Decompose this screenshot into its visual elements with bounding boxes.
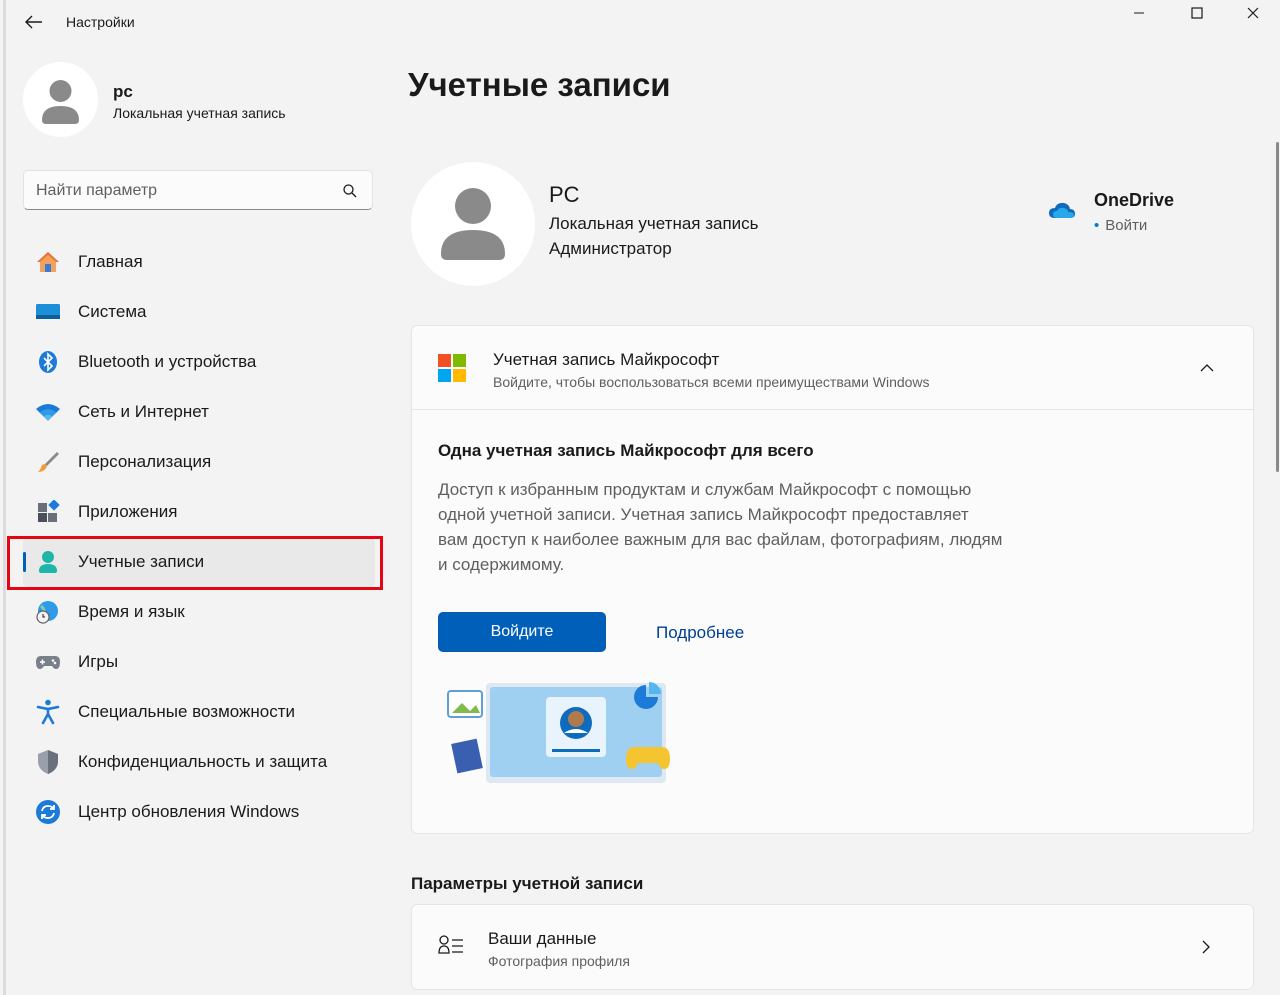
wifi-icon — [35, 400, 61, 424]
system-icon — [35, 300, 61, 324]
settings-window: Настройки pc Локальная учетная запись На… — [3, 0, 1280, 995]
page-title: Учетные записи — [408, 66, 671, 103]
sidebar-item-label: Центр обновления Windows — [78, 802, 300, 821]
sidebar-item-label: Игры — [78, 652, 119, 671]
sidebar-item-system[interactable]: Система — [23, 287, 375, 337]
user-silhouette-icon — [42, 80, 79, 124]
user-name: PC — [549, 182, 580, 207]
user-header: PC Локальная учетная запись Администрато… — [411, 160, 1256, 290]
sidebar-item-privacy[interactable]: Конфиденциальность и защита — [23, 737, 375, 787]
close-icon — [1247, 7, 1259, 19]
search-box — [23, 170, 373, 210]
sidebar-item-home[interactable]: Главная — [23, 237, 375, 287]
user-silhouette-icon — [441, 188, 505, 260]
your-info-row[interactable]: Ваши данные Фотография профиля — [411, 904, 1254, 990]
chevron-right-icon — [1202, 940, 1210, 954]
sidebar-item-apps[interactable]: Приложения — [23, 487, 375, 537]
sidebar-item-gaming[interactable]: Игры — [23, 637, 375, 687]
time-language-icon — [35, 600, 61, 624]
home-icon — [35, 250, 61, 274]
learn-more-link[interactable]: Подробнее — [656, 623, 744, 643]
microsoft-account-heading: Одна учетная запись Майкрософт для всего — [438, 441, 814, 460]
user-account-type: Локальная учетная запись — [549, 214, 759, 233]
sidebar-item-label: Система — [78, 302, 147, 321]
your-info-subtitle: Фотография профиля — [488, 953, 630, 969]
maximize-button[interactable] — [1169, 0, 1225, 26]
status-dot: • — [1094, 217, 1100, 234]
profile-account-type: Локальная учетная запись — [113, 105, 286, 121]
profile-name: pc — [113, 82, 133, 101]
sidebar-item-time-language[interactable]: Время и язык — [23, 587, 375, 637]
apps-icon — [35, 500, 61, 524]
microsoft-account-subtitle: Войдите, чтобы воспользоваться всеми пре… — [493, 374, 930, 390]
person-list-icon — [438, 935, 463, 954]
sidebar-profile[interactable]: pc Локальная учетная запись — [23, 60, 383, 140]
scrollbar-thumb[interactable] — [1276, 142, 1279, 472]
user-avatar[interactable] — [411, 162, 535, 286]
microsoft-account-description: Доступ к избранным продуктам и службам М… — [438, 480, 1003, 574]
sidebar-item-label: Bluetooth и устройства — [78, 352, 257, 371]
accessibility-icon — [35, 699, 61, 725]
window-edge — [3, 0, 6, 995]
avatar — [23, 62, 98, 137]
search-icon[interactable] — [342, 183, 358, 199]
user-role: Администратор — [549, 239, 672, 258]
sidebar-item-label: Приложения — [78, 502, 178, 521]
sidebar-item-accessibility[interactable]: Специальные возможности — [23, 687, 375, 737]
back-button[interactable] — [19, 8, 49, 36]
microsoft-account-title: Учетная запись Майкрософт — [493, 350, 720, 369]
microsoft-account-expander[interactable]: Учетная запись Майкрософт Войдите, чтобы… — [412, 326, 1253, 410]
sidebar-nav: Главная Система Bluetooth и устройства С… — [23, 237, 375, 837]
sidebar-item-accounts[interactable]: Учетные записи — [23, 537, 375, 587]
chevron-up-icon — [1200, 364, 1214, 372]
microsoft-account-card: Учетная запись Майкрософт Войдите, чтобы… — [411, 325, 1254, 834]
minimize-button[interactable] — [1111, 0, 1167, 26]
sidebar-item-label: Главная — [78, 252, 143, 271]
sidebar-item-network[interactable]: Сеть и Интернет — [23, 387, 375, 437]
brush-icon — [35, 450, 61, 474]
account-settings-heading: Параметры учетной записи — [411, 874, 644, 893]
active-indicator — [23, 552, 26, 572]
onedrive-signin-label: Войти — [1105, 217, 1148, 234]
close-button[interactable] — [1225, 0, 1280, 26]
app-title: Настройки — [66, 14, 135, 30]
maximize-icon — [1191, 7, 1203, 19]
sidebar-item-label: Учетные записи — [78, 552, 205, 571]
search-input[interactable] — [36, 180, 336, 202]
onedrive-title: OneDrive — [1094, 190, 1175, 210]
your-info-title: Ваши данные — [488, 929, 597, 948]
sidebar-item-label: Специальные возможности — [78, 702, 296, 721]
accounts-icon — [35, 550, 61, 574]
onedrive-signin-link[interactable]: • Войти — [1094, 217, 1147, 234]
arrow-left-icon — [25, 15, 42, 29]
sidebar-item-label: Время и язык — [78, 602, 185, 621]
onedrive-cloud-icon — [1049, 202, 1075, 218]
gamepad-icon — [35, 650, 61, 674]
microsoft-logo-icon — [438, 354, 466, 382]
sidebar-item-bluetooth[interactable]: Bluetooth и устройства — [23, 337, 375, 387]
minimize-icon — [1134, 12, 1144, 14]
sidebar-item-windows-update[interactable]: Центр обновления Windows — [23, 787, 375, 837]
update-icon — [35, 800, 61, 824]
sidebar-item-label: Сеть и Интернет — [78, 402, 209, 421]
sidebar-item-personalization[interactable]: Персонализация — [23, 437, 375, 487]
sidebar-item-label: Конфиденциальность и защита — [78, 752, 328, 771]
title-bar: Настройки — [3, 0, 1280, 44]
account-illustration — [447, 682, 670, 783]
bluetooth-icon — [35, 350, 61, 374]
shield-icon — [35, 750, 61, 774]
signin-button[interactable]: Войдите — [438, 612, 606, 652]
sidebar-item-label: Персонализация — [78, 452, 212, 471]
